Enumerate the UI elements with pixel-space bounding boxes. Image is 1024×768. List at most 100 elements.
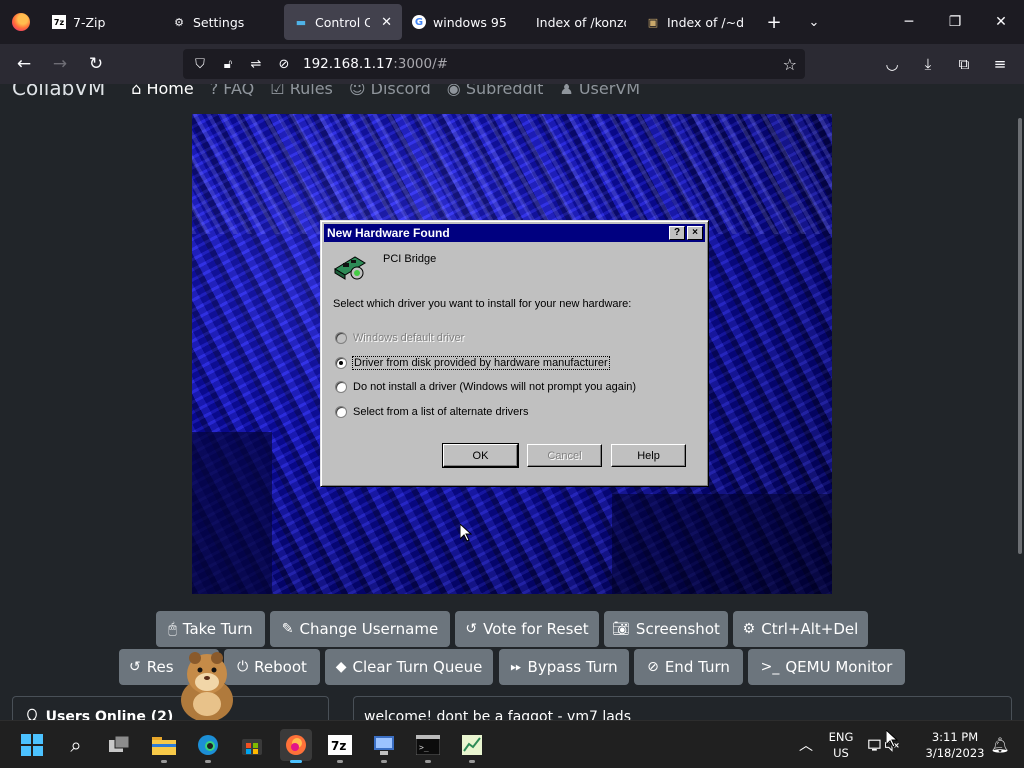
page-scrollbar[interactable] bbox=[1018, 118, 1022, 554]
nav-discord[interactable]: ☺ Discord bbox=[349, 84, 431, 98]
users-online-panel: 👤︎ Users Online (2) bbox=[12, 696, 329, 720]
tab-index-dar[interactable]: ▣ Index of /~dar bbox=[636, 4, 754, 40]
site-nav: CollabVM ⌂ Home ? FAQ ☑ Rules ☺ Discord … bbox=[12, 84, 640, 100]
tab-close-icon[interactable]: ✕ bbox=[381, 15, 392, 30]
undo-icon: ↺ bbox=[129, 659, 141, 675]
svg-text:7z: 7z bbox=[331, 739, 346, 753]
help-button[interactable]: Help bbox=[611, 444, 686, 467]
7zip-taskbar-icon[interactable]: 7z bbox=[324, 729, 356, 763]
ctrl-alt-del-button[interactable]: ⚙ Ctrl+Alt+Del bbox=[733, 611, 868, 647]
end-turn-button[interactable]: ⊘ End Turn bbox=[634, 649, 743, 685]
gear-icon: ⚙ bbox=[174, 15, 184, 29]
clear-turn-queue-button[interactable]: ◆ Clear Turn Queue bbox=[325, 649, 493, 685]
ban-icon: ⊘ bbox=[647, 659, 659, 675]
tab-strip: 7z 7-Zip ⚙ Settings ▬ Control Coll ✕ G w… bbox=[0, 0, 1024, 44]
dialog-titlebar[interactable]: New Hardware Found ? × bbox=[324, 224, 705, 242]
notification-bell-icon[interactable]: 🔔︎ bbox=[984, 729, 1016, 761]
eraser-icon: ◆ bbox=[335, 659, 347, 675]
insecure-lock-icon[interactable]: 🔓︎ bbox=[219, 57, 237, 72]
firefox-logo-icon[interactable] bbox=[0, 0, 42, 44]
wallpaper-shade bbox=[612, 494, 832, 594]
qemu-monitor-button[interactable]: >_ QEMU Monitor bbox=[748, 649, 905, 685]
task-view-icon[interactable] bbox=[104, 729, 136, 761]
vm-screen[interactable]: New Hardware Found ? × PCI Bridge Select… bbox=[192, 114, 832, 594]
back-arrow-icon[interactable]: ← bbox=[6, 48, 42, 80]
hamburger-menu-icon[interactable]: ≡ bbox=[984, 48, 1016, 80]
option-driver-from-disk[interactable]: Driver from disk provided by hardware ma… bbox=[335, 355, 610, 371]
device-name: PCI Bridge bbox=[383, 253, 437, 265]
minimize-icon[interactable]: ─ bbox=[886, 0, 932, 44]
radio-button[interactable] bbox=[335, 381, 347, 393]
option-no-driver[interactable]: Do not install a driver (Windows will no… bbox=[335, 379, 636, 395]
google-icon: G bbox=[412, 15, 426, 29]
monitor-icon: ▬ bbox=[295, 15, 307, 29]
tab-index-konzola[interactable]: Index of /konzola/ bbox=[518, 4, 636, 40]
url-host: 192.168.1.17 bbox=[303, 56, 394, 72]
input-language[interactable]: ENG US bbox=[824, 729, 858, 761]
radio-button[interactable] bbox=[335, 332, 347, 344]
vote-reset-button[interactable]: ↺ Vote for Reset bbox=[455, 611, 599, 647]
bypass-turn-button[interactable]: ⏩︎ Bypass Turn bbox=[499, 649, 629, 685]
chart-app-taskbar-icon[interactable] bbox=[456, 729, 488, 763]
reload-icon[interactable]: ↻ bbox=[78, 48, 114, 80]
mouse-cursor-icon bbox=[460, 524, 472, 542]
fast-forward-icon: ⏩︎ bbox=[510, 659, 522, 675]
restore-icon[interactable]: ❐ bbox=[932, 0, 978, 44]
url-bar[interactable]: ⛉ 🔓︎ ⇌ ⊘ 192.168.1.17:3000/# ☆ bbox=[183, 49, 805, 79]
nav-subreddit[interactable]: ◉ Subreddit bbox=[447, 84, 544, 98]
edge-icon[interactable] bbox=[192, 729, 224, 763]
firefox-taskbar-icon[interactable] bbox=[280, 729, 312, 763]
screenshot-button[interactable]: 📷︎ Screenshot bbox=[604, 611, 728, 647]
downloads-icon[interactable]: ⤓ bbox=[912, 48, 944, 80]
bookmark-star-icon[interactable]: ☆ bbox=[783, 55, 797, 74]
option-windows-default[interactable]: Windows default driver bbox=[335, 330, 464, 346]
hardware-card-icon bbox=[334, 256, 366, 280]
change-username-button[interactable]: ✎ Change Username bbox=[270, 611, 450, 647]
search-icon[interactable]: ⌕ bbox=[60, 729, 92, 761]
url-path: :3000/# bbox=[393, 56, 448, 72]
radio-button[interactable] bbox=[335, 406, 347, 418]
user-edit-icon: ✎ bbox=[281, 621, 294, 637]
tab-settings[interactable]: ⚙ Settings bbox=[162, 4, 284, 40]
terminal-taskbar-icon[interactable]: >_ bbox=[412, 729, 444, 763]
shield-icon[interactable]: ⛉ bbox=[191, 57, 209, 72]
clock[interactable]: 3:11 PM 3/18/2023 bbox=[922, 729, 988, 761]
tray-overflow-chevron-icon[interactable]: ︿ bbox=[790, 729, 822, 761]
cancel-button[interactable]: Cancel bbox=[527, 444, 602, 467]
nav-rules[interactable]: ☑ Rules bbox=[270, 84, 333, 98]
mouse-icon: 🖱︎ bbox=[168, 621, 177, 637]
site-brand[interactable]: CollabVM bbox=[12, 84, 105, 100]
ok-button[interactable]: OK bbox=[442, 443, 519, 468]
nav-faq[interactable]: ? FAQ bbox=[210, 84, 255, 98]
tab-control-collabvm[interactable]: ▬ Control Coll ✕ bbox=[284, 4, 402, 40]
radio-button-selected[interactable] bbox=[335, 357, 347, 369]
tab-windows95[interactable]: G windows 95 vh bbox=[402, 4, 518, 40]
svg-text:>_: >_ bbox=[419, 743, 429, 752]
close-window-icon[interactable]: ✕ bbox=[978, 0, 1024, 44]
archive-icon: ▣ bbox=[647, 15, 659, 29]
option-alternate-drivers[interactable]: Select from a list of alternate drivers bbox=[335, 404, 528, 420]
file-explorer-icon[interactable] bbox=[148, 729, 180, 763]
nav-home[interactable]: ⌂ Home bbox=[131, 84, 194, 98]
list-tabs-chevron-icon[interactable]: ⌄ bbox=[794, 0, 834, 44]
pocket-icon[interactable]: ◡ bbox=[876, 48, 908, 80]
wallpaper-shade bbox=[192, 432, 272, 594]
microsoft-store-icon[interactable] bbox=[236, 729, 268, 761]
windows-taskbar: ⌕ 7z >_ ︿ ENG US 3:11 PM 3/18/2023 🔔︎ bbox=[0, 720, 1024, 768]
web-page: CollabVM ⌂ Home ? FAQ ☑ Rules ☺ Discord … bbox=[0, 84, 1024, 720]
dialog-help-icon[interactable]: ? bbox=[669, 226, 685, 240]
vm-app-taskbar-icon[interactable] bbox=[368, 729, 400, 763]
forward-arrow-icon[interactable]: → bbox=[42, 48, 78, 80]
permissions-icon[interactable]: ⇌ bbox=[247, 57, 265, 72]
nav-uservm[interactable]: ♟ UserVM bbox=[559, 84, 640, 98]
blocked-autoplay-icon[interactable]: ⊘ bbox=[275, 57, 293, 72]
nav-bar: ← → ↻ ⛉ 🔓︎ ⇌ ⊘ 192.168.1.17:3000/# ☆ ◡ ⤓… bbox=[0, 44, 1024, 84]
extensions-icon[interactable]: ⧉ bbox=[948, 48, 980, 80]
dialog-title: New Hardware Found bbox=[327, 226, 450, 240]
wallpaper-texture bbox=[192, 114, 832, 234]
new-tab-plus-icon[interactable]: + bbox=[754, 0, 794, 44]
driver-prompt: Select which driver you want to install … bbox=[333, 298, 632, 310]
tab-7zip[interactable]: 7z 7-Zip bbox=[42, 4, 162, 40]
start-windows-icon[interactable] bbox=[16, 729, 48, 761]
dialog-close-icon[interactable]: × bbox=[687, 226, 703, 240]
